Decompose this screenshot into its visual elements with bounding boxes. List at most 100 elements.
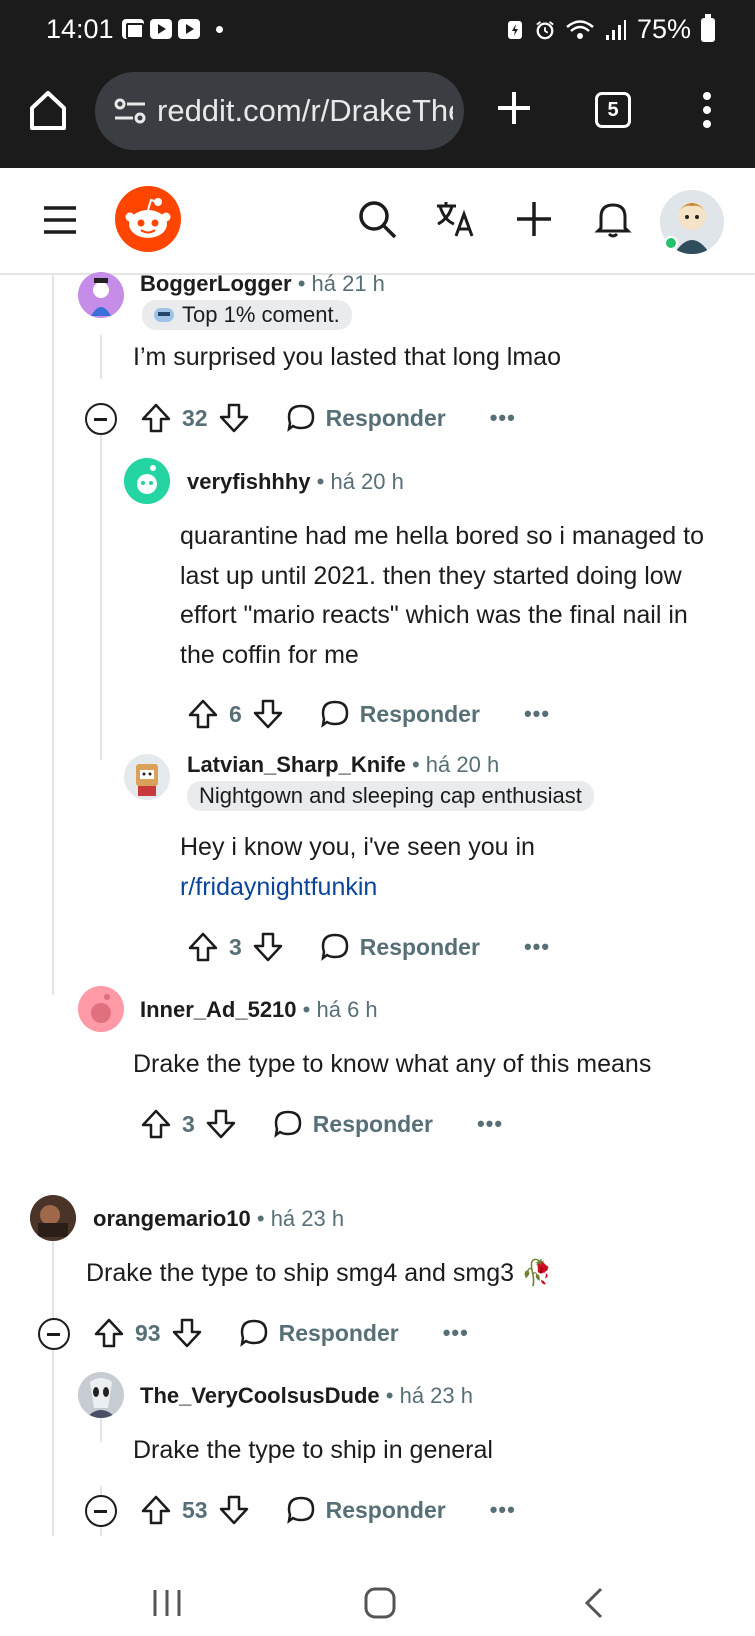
reply-button[interactable]: Responder xyxy=(286,403,446,433)
browser-toolbar: reddit.com/r/DrakeTheType 5 xyxy=(0,62,755,168)
more-options-button[interactable]: ••• xyxy=(490,1497,516,1523)
downvote-icon[interactable] xyxy=(252,698,284,730)
avatar[interactable] xyxy=(78,1372,124,1418)
collapse-thread-button[interactable] xyxy=(38,1318,70,1350)
vote-count: 3 xyxy=(229,933,242,960)
subreddit-link[interactable]: r/fridaynightfunkin xyxy=(180,873,377,901)
reply-button[interactable]: Responder xyxy=(320,932,480,962)
thread-line xyxy=(100,420,102,760)
more-options-button[interactable]: ••• xyxy=(490,405,516,431)
home-button-icon[interactable] xyxy=(362,1585,398,1621)
thread-line xyxy=(100,335,102,379)
system-navigation-bar xyxy=(0,1540,755,1636)
comment-actions: 3 Responder ••• xyxy=(140,1104,503,1144)
comment-actions: 3 Responder ••• xyxy=(187,927,550,967)
vote-count: 93 xyxy=(135,1319,161,1346)
upvote-icon[interactable] xyxy=(140,1108,172,1140)
more-options-button[interactable]: ••• xyxy=(443,1320,469,1346)
comment-body: Drake the type to know what any of this … xyxy=(133,1050,652,1078)
comment-author[interactable]: Inner_Ad_5210 • há 6 h xyxy=(140,997,378,1023)
vote-count: 6 xyxy=(229,700,242,727)
downvote-icon[interactable] xyxy=(252,931,284,963)
comment-body: I’m surprised you lasted that long lmao xyxy=(133,343,561,371)
wifi-icon xyxy=(566,19,594,39)
comment-actions: 93 Responder ••• xyxy=(93,1313,469,1353)
upvote-icon[interactable] xyxy=(140,1494,172,1526)
tab-switcher-button[interactable]: 5 xyxy=(595,92,631,128)
gallery-notification-icon xyxy=(122,19,144,39)
comment-bubble-icon xyxy=(321,700,349,728)
upvote-icon[interactable] xyxy=(187,931,219,963)
site-settings-icon[interactable] xyxy=(113,96,147,126)
downvote-icon[interactable] xyxy=(171,1317,203,1349)
notification-icons xyxy=(122,19,223,39)
comment-bubble-icon xyxy=(286,404,314,432)
battery-percent: 75% xyxy=(636,14,691,44)
downvote-icon[interactable] xyxy=(205,1108,237,1140)
collapse-thread-button[interactable] xyxy=(85,403,117,435)
comment-body: quarantine had me hella bored so i manag… xyxy=(180,522,704,669)
avatar[interactable] xyxy=(124,754,170,800)
status-right: 75% xyxy=(505,13,715,45)
comment-bubble-icon xyxy=(321,933,349,961)
address-bar[interactable]: reddit.com/r/DrakeTheType xyxy=(95,72,464,150)
avatar[interactable] xyxy=(78,986,124,1032)
more-options-button[interactable]: ••• xyxy=(477,1111,503,1137)
new-tab-icon[interactable] xyxy=(494,88,534,128)
avatar[interactable] xyxy=(124,458,170,504)
battery-icon xyxy=(701,13,715,42)
reddit-logo-icon[interactable] xyxy=(115,186,181,252)
comment-author[interactable]: BoggerLogger • há 21 h xyxy=(140,271,385,297)
status-bar: 14:01 75% xyxy=(0,0,755,62)
thread-line xyxy=(52,275,54,995)
battery-saver-icon xyxy=(507,20,522,39)
youtube-notification-icon-2 xyxy=(178,19,200,39)
upvote-icon[interactable] xyxy=(93,1317,125,1349)
downvote-icon[interactable] xyxy=(218,402,250,434)
reply-button[interactable]: Responder xyxy=(286,1495,446,1525)
search-icon[interactable] xyxy=(356,198,398,240)
user-flair: Top 1% coment. xyxy=(142,300,352,330)
comment-body: Hey i know you, i've seen you in r/frida… xyxy=(180,833,535,901)
top-commenter-icon xyxy=(154,308,174,322)
more-options-button[interactable]: ••• xyxy=(524,701,550,727)
thread-line xyxy=(52,1220,54,1536)
collapse-thread-button[interactable] xyxy=(85,1495,117,1527)
browser-menu-icon[interactable] xyxy=(700,90,714,130)
downvote-icon[interactable] xyxy=(218,1494,250,1526)
reply-button[interactable]: Responder xyxy=(239,1318,399,1348)
url-text[interactable]: reddit.com/r/DrakeTheType xyxy=(157,93,453,129)
comment-actions: 53 Responder ••• xyxy=(140,1490,516,1530)
comment-body: Drake the type to ship smg4 and smg3 🥀 xyxy=(86,1259,553,1287)
avatar[interactable] xyxy=(78,272,124,318)
create-post-icon[interactable] xyxy=(513,198,555,240)
comment-bubble-icon xyxy=(286,1496,314,1524)
more-notifications-dot-icon xyxy=(216,25,223,33)
upvote-icon[interactable] xyxy=(140,402,172,434)
comment-author[interactable]: orangemario10 • há 23 h xyxy=(93,1206,344,1232)
comment-actions: 32 Responder ••• xyxy=(140,398,516,438)
back-icon[interactable] xyxy=(580,1586,608,1620)
comment-bubble-icon xyxy=(274,1110,302,1138)
comment-body: Drake the type to ship in general xyxy=(133,1436,493,1464)
comment-author[interactable]: Latvian_Sharp_Knife • há 20 h xyxy=(187,752,499,778)
user-flair: Nightgown and sleeping cap enthusiast xyxy=(187,781,594,811)
notifications-bell-icon[interactable] xyxy=(592,198,634,240)
comment-author[interactable]: veryfishhhy • há 20 h xyxy=(187,469,404,495)
alarm-icon xyxy=(536,20,554,39)
home-icon[interactable] xyxy=(28,88,68,132)
reply-button[interactable]: Responder xyxy=(273,1109,433,1139)
online-status-dot xyxy=(664,236,678,250)
reddit-header xyxy=(0,168,755,275)
more-options-button[interactable]: ••• xyxy=(524,934,550,960)
reply-button[interactable]: Responder xyxy=(320,699,480,729)
recent-apps-icon[interactable] xyxy=(150,1586,184,1620)
upvote-icon[interactable] xyxy=(187,698,219,730)
youtube-notification-icon xyxy=(150,19,172,39)
comment-bubble-icon xyxy=(239,1319,267,1347)
comment-actions: 6 Responder ••• xyxy=(187,694,550,734)
hamburger-menu-icon[interactable] xyxy=(42,204,78,236)
translate-icon[interactable] xyxy=(434,198,476,240)
comment-author[interactable]: The_VeryCoolsusDude • há 23 h xyxy=(140,1383,473,1409)
avatar[interactable] xyxy=(30,1195,76,1241)
